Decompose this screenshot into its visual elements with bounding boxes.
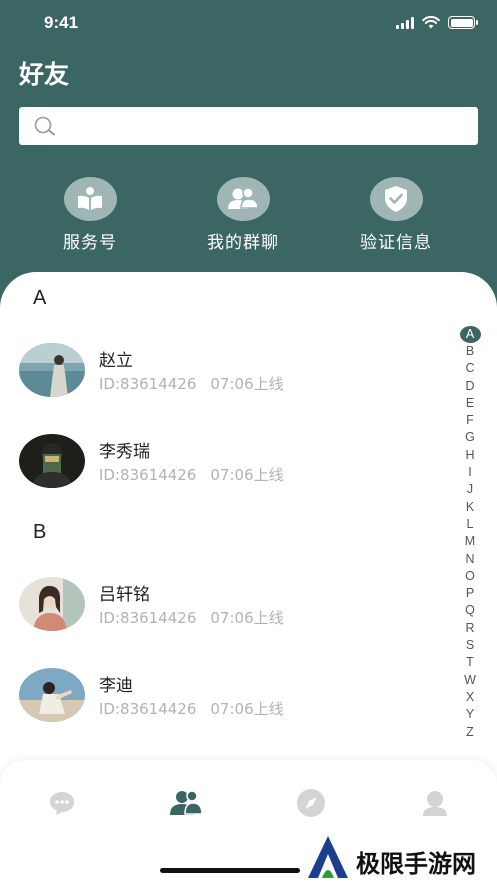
alphabet-index-letter[interactable]: I (459, 464, 481, 481)
section-header: A (33, 287, 47, 309)
contact-meta: ID:83614426 07:06上线 (99, 464, 284, 485)
verification-button[interactable]: 验证信息 (336, 177, 456, 253)
contact-name: 吕轩铭 (99, 585, 150, 605)
alphabet-index-letter[interactable]: E (459, 395, 481, 412)
alphabet-index-letter[interactable]: N (459, 551, 481, 568)
status-icons (396, 16, 478, 29)
avatar (19, 668, 85, 722)
avatar (19, 343, 85, 397)
alphabet-index-letter[interactable]: R (459, 620, 481, 637)
cellular-signal-icon (396, 16, 414, 29)
watermark-text: 极限手游网 (356, 850, 476, 878)
book-icon (63, 177, 117, 221)
contact-id: ID:83614426 (99, 609, 197, 627)
alphabet-index-letter[interactable]: L (459, 516, 481, 533)
contact-last-online: 07:06上线 (210, 609, 284, 627)
quick-action-label: 我的群聊 (207, 233, 279, 253)
status-bar: 9:41 (0, 0, 497, 48)
watermark-logo-icon (308, 836, 348, 878)
contact-id: ID:83614426 (99, 466, 197, 484)
contact-meta: ID:83614426 07:06上线 (99, 698, 284, 719)
tab-messages[interactable] (45, 788, 79, 818)
alphabet-index-letter[interactable]: P (459, 585, 481, 602)
alphabet-index-letter[interactable]: X (459, 689, 481, 706)
status-time: 9:41 (44, 13, 79, 32)
contact-name: 赵立 (99, 351, 133, 371)
alphabet-index-letter[interactable]: K (459, 499, 481, 516)
alphabet-index-letter[interactable]: Q (459, 602, 481, 619)
contact-last-online: 07:06上线 (210, 466, 284, 484)
search-input[interactable] (19, 107, 478, 145)
alphabet-index-letter[interactable]: J (459, 481, 481, 498)
contact-last-online: 07:06上线 (210, 375, 284, 393)
home-indicator (160, 868, 300, 873)
group-icon (216, 177, 270, 221)
alphabet-index-letter[interactable]: Y (459, 706, 481, 723)
search-icon (34, 116, 55, 136)
contacts-icon (170, 790, 203, 815)
contact-meta: ID:83614426 07:06上线 (99, 373, 284, 394)
contact-row[interactable]: 李秀瑞 ID:83614426 07:06上线 (19, 434, 439, 494)
chat-bubble-icon (50, 792, 74, 815)
alphabet-index-letter[interactable]: H (459, 447, 481, 464)
contact-row[interactable]: 吕轩铭 ID:83614426 07:06上线 (19, 577, 439, 637)
contact-row[interactable]: 赵立 ID:83614426 07:06上线 (19, 343, 439, 403)
watermark: 极限手游网 (306, 834, 496, 882)
contact-id: ID:83614426 (99, 700, 197, 718)
alphabet-index-letter[interactable]: O (459, 568, 481, 585)
contact-id: ID:83614426 (99, 375, 197, 393)
alphabet-index-letter[interactable]: D (459, 378, 481, 395)
avatar (19, 434, 85, 488)
page-title: 好友 (19, 60, 70, 89)
compass-icon (297, 789, 325, 817)
alphabet-index-letter[interactable]: A (459, 326, 481, 343)
contact-row[interactable]: 李迪 ID:83614426 07:06上线 (19, 668, 439, 728)
section-header: B (33, 521, 47, 543)
alphabet-index[interactable]: ABCDEFGHIJKLMNOPQRSTWXYZ (459, 326, 481, 741)
service-account-button[interactable]: 服务号 (30, 177, 150, 253)
quick-action-label: 验证信息 (360, 233, 432, 253)
alphabet-index-letter[interactable]: B (459, 343, 481, 360)
alphabet-index-letter[interactable]: T (459, 654, 481, 671)
contact-last-online: 07:06上线 (210, 700, 284, 718)
alphabet-index-letter[interactable]: S (459, 637, 481, 654)
tab-discover[interactable] (294, 788, 328, 818)
profile-icon (423, 791, 447, 816)
alphabet-index-letter[interactable]: M (459, 533, 481, 550)
alphabet-index-letter[interactable]: Z (459, 724, 481, 741)
my-groups-button[interactable]: 我的群聊 (183, 177, 303, 253)
contact-meta: ID:83614426 07:06上线 (99, 607, 284, 628)
contact-name: 李秀瑞 (99, 442, 150, 462)
wifi-icon (422, 16, 440, 29)
tab-contacts[interactable] (169, 788, 203, 818)
quick-action-label: 服务号 (63, 233, 117, 253)
shield-check-icon (369, 177, 423, 221)
alphabet-index-letter[interactable]: G (459, 429, 481, 446)
quick-actions: 服务号 我的群聊 验证信息 (0, 177, 497, 257)
alphabet-index-letter[interactable]: W (459, 672, 481, 689)
alphabet-index-letter[interactable]: C (459, 360, 481, 377)
tab-profile[interactable] (418, 788, 452, 818)
alphabet-index-letter[interactable]: F (459, 412, 481, 429)
contact-name: 李迪 (99, 676, 133, 696)
battery-icon (448, 16, 478, 29)
avatar (19, 577, 85, 631)
